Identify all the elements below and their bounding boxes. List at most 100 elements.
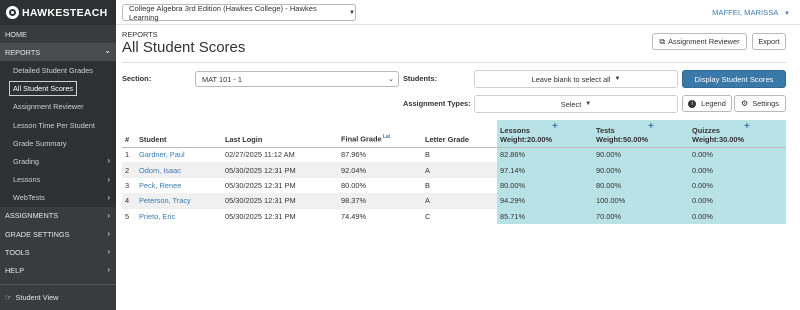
lessons-cell: 80.00% (497, 177, 593, 194)
chevron-right-icon: › (107, 156, 110, 166)
col-final-grade[interactable]: Final GradeLat (338, 120, 422, 148)
student-link[interactable]: Peterson, Tracy (139, 196, 191, 205)
col-student-label: Student (139, 134, 167, 144)
final-grade-cell: 74.49% (341, 211, 367, 221)
student-link[interactable]: Prieto, Eric (139, 212, 175, 221)
student-link[interactable]: Gardner, Paul (139, 150, 185, 159)
chevron-right-icon: › (107, 265, 110, 275)
student-link[interactable]: Odom, Isaac (139, 166, 181, 175)
col-lessons[interactable]: + Lessons Weight:20.00% (497, 120, 593, 148)
settings-button[interactable]: ⚙ Settings (734, 95, 786, 112)
student-link[interactable]: Peck, Renee (139, 181, 181, 190)
quizzes-cell: 0.00% (689, 193, 786, 209)
student-view-link[interactable]: ☞ Student View (0, 284, 116, 310)
display-label: Display Student Scores (694, 74, 774, 84)
letter-grade-cell: A (422, 193, 497, 209)
chevron-right-icon: › (107, 229, 110, 239)
student-view-label: Student View (15, 293, 59, 302)
user-menu[interactable]: MAFFEI, MARISSA ▼ (712, 8, 790, 17)
student-cell: Odom, Isaac (136, 162, 222, 178)
nav-item-label: Assignment Reviewer (13, 102, 84, 112)
table-row: 4 Peterson, Tracy 05/30/2025 12:31 PM 98… (122, 193, 786, 209)
plus-icon[interactable]: + (552, 121, 558, 132)
nav-grading[interactable]: Grading › (0, 152, 116, 171)
nav-reports-label: REPORTS (5, 47, 41, 57)
course-selector[interactable]: College Algebra 3rd Edition (Hawkes Coll… (122, 3, 356, 22)
export-button[interactable]: Export (752, 33, 786, 50)
nav-help[interactable]: HELP › (0, 261, 116, 280)
nav-grade-settings[interactable]: GRADE SETTINGS › (0, 225, 116, 244)
scores-table: # Student Last Login Final GradeLat Lett… (122, 120, 786, 224)
row-num: 4 (122, 193, 136, 209)
nav-grade-summary[interactable]: Grade Summary (0, 134, 116, 153)
chevron-right-icon: › (107, 247, 110, 257)
legend-button[interactable]: i Legend (682, 95, 732, 112)
quizzes-cell: 0.00% (689, 177, 786, 194)
row-num: 5 (125, 211, 130, 221)
caret-down-icon: ▼ (349, 9, 355, 16)
tests-cell: 90.00% (593, 147, 689, 163)
col-quizzes-weight: Weight:30.00% (692, 134, 745, 144)
students-select[interactable]: Leave blank to select all ▼ (474, 70, 678, 88)
lessons-cell: 94.29% (497, 193, 593, 209)
nav-item-label: Grade Summary (13, 138, 67, 148)
legend-label: Legend (701, 99, 726, 108)
letter-grade-cell: B (425, 150, 430, 160)
assignment-reviewer-button[interactable]: ⧉ Assignment Reviewer (652, 33, 747, 50)
nav-detailed-student-grades[interactable]: Detailed Student Grades (0, 61, 116, 80)
nav-home[interactable]: HOME (0, 25, 116, 44)
nav-item-label: All Student Scores (9, 81, 78, 97)
nav-item-label: Lessons (13, 175, 41, 185)
col-quizzes-label: Quizzes (692, 125, 720, 135)
col-letter-grade[interactable]: Letter Grade (422, 120, 497, 148)
nav-reports[interactable]: REPORTS ⌄ (0, 43, 116, 62)
section-select[interactable]: MAT 101 - 1 ⌄ (195, 71, 399, 87)
nav-lesson-time-per-student[interactable]: Lesson Time Per Student (0, 115, 116, 135)
breadcrumb: REPORTS (122, 30, 158, 39)
col-tests[interactable]: + Tests Weight:50.00% (593, 120, 689, 148)
last-login-cell: 05/30/2025 12:31 PM (225, 211, 296, 221)
settings-label: Settings (752, 99, 779, 108)
lessons-cell: 85.71% (497, 208, 593, 224)
display-student-scores-button[interactable]: Display Student Scores (682, 70, 786, 88)
nav-item-label: HELP (5, 266, 25, 276)
info-icon: i (688, 99, 697, 108)
lessons-cell: 97.14% (497, 162, 593, 178)
lessons-cell: 82.86% (497, 147, 593, 163)
brand-name: HAWKESTEACH (22, 6, 108, 19)
export-label: Export (758, 37, 780, 46)
student-cell: Peck, Renee (136, 178, 222, 193)
nav-all-student-scores[interactable]: All Student Scores (0, 79, 116, 98)
table-header-row: # Student Last Login Final GradeLat Lett… (122, 120, 786, 148)
assignment-types-select[interactable]: Select ▼ (474, 95, 678, 113)
quizzes-cell: 0.00% (689, 162, 786, 178)
nav-assignment-reviewer[interactable]: Assignment Reviewer (0, 97, 116, 116)
logo[interactable]: HAWKESTEACH (0, 0, 116, 25)
chevron-right-icon: › (107, 192, 110, 202)
final-grade-cell: 98.37% (338, 193, 422, 209)
quizzes-cell: 0.00% (689, 208, 786, 224)
plus-icon[interactable]: + (744, 121, 750, 132)
row-num: 1 (125, 150, 130, 160)
col-student[interactable]: Student (136, 120, 222, 148)
col-tests-weight: Weight:50.00% (596, 134, 649, 144)
course-selector-label: College Algebra 3rd Edition (Hawkes Coll… (129, 3, 317, 22)
col-tests-label: Tests (596, 125, 615, 135)
plus-icon[interactable]: + (648, 121, 654, 132)
col-final-grade-label: Final Grade (341, 134, 382, 144)
external-link-icon: ⧉ (659, 36, 666, 46)
main-content: REPORTS All Student Scores ⧉ Assignment … (116, 25, 800, 310)
students-label: Students: (403, 74, 438, 83)
hand-pointer-icon: ☞ (5, 293, 12, 302)
final-grade-cell: 80.00% (341, 180, 367, 190)
nav-home-label: HOME (5, 29, 27, 39)
nav-item-label: WebTests (13, 193, 45, 203)
nav-webtests[interactable]: WebTests › (0, 188, 116, 207)
nav-assignments[interactable]: ASSIGNMENTS › (0, 206, 116, 226)
caret-down-icon: ▼ (784, 11, 790, 17)
col-quizzes[interactable]: + Quizzes Weight:30.00% (689, 120, 786, 148)
nav-lessons[interactable]: Lessons › (0, 170, 116, 189)
col-last-login[interactable]: Last Login (222, 120, 338, 148)
nav-tools[interactable]: TOOLS › (0, 243, 116, 262)
final-grade-cell: 87.96% (341, 150, 367, 160)
